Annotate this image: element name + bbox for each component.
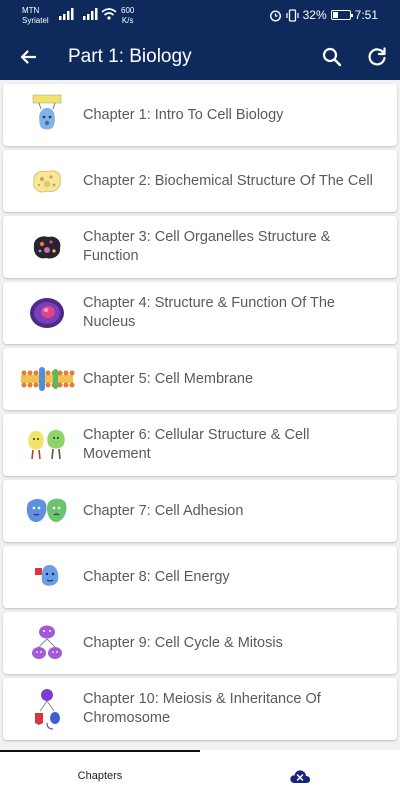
battery-icon [330, 10, 353, 20]
chapter-item-8[interactable]: Chapter 8: Cell Energy [3, 546, 397, 608]
chapter-title: Chapter 8: Cell Energy [83, 568, 230, 585]
network-speed-value: 600 [121, 6, 135, 15]
chapter-item-9[interactable]: Chapter 9: Cell Cycle & Mitosis [3, 612, 397, 674]
signal-icon [59, 8, 74, 20]
chapter-title: Chapter 1: Intro To Cell Biology [83, 106, 284, 123]
chapter-title: Chapter 4: Structure & Function Of The N… [83, 295, 335, 330]
wifi-icon [101, 8, 117, 20]
battery-percent: 32% [302, 8, 327, 22]
cloud-close-icon [290, 770, 311, 783]
carrier-names: MTN Syriatel [22, 6, 49, 26]
arrow-back-icon[interactable] [14, 43, 42, 71]
nucleus-icon [20, 290, 74, 336]
clock: 7:51 [354, 8, 378, 22]
signal-icon-2 [83, 8, 98, 20]
alarm-icon [269, 9, 281, 22]
chapter-title: Chapter 3: Cell Organelles Structure & F… [83, 229, 331, 264]
status-right: 32% 7:51 [269, 8, 378, 22]
chapter-item-3[interactable]: Chapter 3: Cell Organelles Structure & F… [3, 216, 397, 278]
refresh-icon[interactable] [363, 43, 391, 71]
meiosis-icon [20, 686, 74, 732]
chapter-item-1[interactable]: Chapter 1: Intro To Cell Biology [3, 84, 397, 146]
chapter-title: Chapter 9: Cell Cycle & Mitosis [83, 634, 283, 651]
chapter-item-4[interactable]: Chapter 4: Structure & Function Of The N… [3, 282, 397, 344]
biochemical-cell-icon [20, 158, 74, 204]
chapter-title: Chapter 5: Cell Membrane [83, 370, 254, 387]
bottom-navigation: Chapters [0, 750, 400, 800]
status-bar: MTN Syriatel 600 K/s 32% 7:51 [0, 0, 400, 34]
carrier-primary: MTN [22, 6, 40, 15]
vibrate-icon [286, 8, 299, 22]
network-speed: 600 K/s [121, 6, 134, 26]
chapter-item-6[interactable]: Chapter 6: Cellular Structure & Cell Mov… [3, 414, 397, 476]
chapter-item-7[interactable]: Chapter 7: Cell Adhesion [3, 480, 397, 542]
cell-adhesion-icon [20, 488, 74, 534]
organelles-icon [20, 224, 74, 270]
carrier-secondary: Syriatel [22, 16, 49, 25]
network-speed-unit: K/s [121, 16, 134, 25]
chapter-item-10[interactable]: Chapter 10: Meiosis & Inheritance Of Chr… [3, 678, 397, 740]
app-bar: Part 1: Biology [0, 34, 400, 80]
battery-fill [332, 12, 338, 18]
page-title: Part 1: Biology [68, 46, 192, 67]
search-icon[interactable] [318, 43, 346, 71]
tab-cloud[interactable] [200, 752, 400, 800]
chapter-title: Chapter 10: Meiosis & Inheritance Of Chr… [83, 691, 321, 726]
cell-energy-icon [20, 554, 74, 600]
chapter-item-5[interactable]: Chapter 5: Cell Membrane [3, 348, 397, 410]
tab-chapters[interactable]: Chapters [0, 752, 200, 800]
cell-movement-icon [20, 422, 74, 468]
welcome-cell-icon [20, 92, 74, 138]
chapter-title: Chapter 6: Cellular Structure & Cell Mov… [83, 427, 310, 462]
chapter-title: Chapter 7: Cell Adhesion [83, 502, 244, 519]
chapter-item-2[interactable]: Chapter 2: Biochemical Structure Of The … [3, 150, 397, 212]
mitosis-icon [20, 620, 74, 666]
chapter-title: Chapter 2: Biochemical Structure Of The … [83, 172, 373, 189]
cell-membrane-icon [17, 356, 77, 402]
